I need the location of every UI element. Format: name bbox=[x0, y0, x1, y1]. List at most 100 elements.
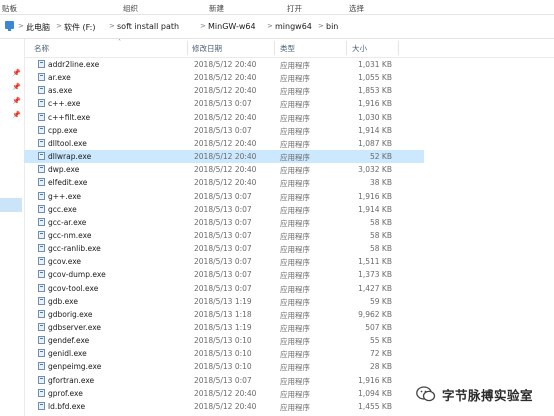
file-name: dwp.exe bbox=[48, 165, 80, 175]
file-name: gprof.exe bbox=[48, 388, 83, 398]
file-name: c++filt.exe bbox=[48, 112, 91, 122]
file-modified-date: 2018/5/12 20:40 bbox=[194, 138, 257, 148]
breadcrumb-bin[interactable]: bin bbox=[326, 22, 338, 31]
file-modified-date: 2018/5/13 0:07 bbox=[194, 270, 252, 280]
file-row[interactable]: gcc-ranlib.exe 2018/5/13 0:07 应用程序 58 KB bbox=[24, 242, 424, 255]
file-row[interactable]: gcov-dump.exe 2018/5/13 0:07 应用程序 1,373 KB bbox=[24, 268, 424, 281]
exe-file-icon bbox=[38, 349, 45, 358]
address-bar[interactable]: > 此电脑 > 软件 (F:) > soft install path > Mi… bbox=[0, 16, 554, 39]
file-name: ar.exe bbox=[48, 73, 71, 83]
exe-file-icon bbox=[38, 296, 45, 305]
nav-selected-item[interactable] bbox=[0, 198, 22, 212]
file-name: gdbserver.exe bbox=[48, 323, 102, 332]
column-header-size[interactable]: 大小 bbox=[352, 43, 367, 54]
ribbon-new[interactable]: 新建 bbox=[209, 3, 224, 14]
file-type: 应用程序 bbox=[280, 402, 310, 412]
exe-file-icon bbox=[38, 112, 45, 121]
file-name: as.exe bbox=[48, 86, 73, 96]
file-size: 1,055 KB bbox=[358, 73, 392, 83]
exe-file-icon bbox=[38, 178, 45, 187]
file-modified-date: 2018/5/12 20:40 bbox=[194, 152, 257, 162]
file-name: gcov-dump.exe bbox=[48, 270, 106, 280]
breadcrumb-this-pc[interactable]: 此电脑 bbox=[26, 22, 50, 33]
file-row[interactable]: ar.exe 2018/5/12 20:40 应用程序 1,055 KB bbox=[24, 71, 424, 84]
exe-file-icon bbox=[38, 375, 45, 384]
file-row[interactable]: addr2line.exe 2018/5/12 20:40 应用程序 1,031 KB bbox=[24, 58, 424, 71]
column-header-row: ˄ 名称 修改日期 类型 大小 bbox=[24, 39, 554, 58]
file-modified-date: 2018/5/13 1:18 bbox=[194, 309, 252, 319]
file-row[interactable]: c++.exe 2018/5/13 0:07 应用程序 1,916 KB bbox=[24, 97, 424, 110]
file-size: 1,373 KB bbox=[358, 270, 392, 280]
exe-file-icon bbox=[38, 125, 45, 134]
file-row[interactable]: gprof.exe 2018/5/12 20:40 应用程序 1,094 KB bbox=[24, 387, 424, 400]
file-row[interactable]: dwp.exe 2018/5/12 20:40 应用程序 3,032 KB bbox=[24, 163, 424, 176]
pin-icon: 📌 bbox=[12, 69, 21, 77]
file-row[interactable]: ld.bfd.exe 2018/5/12 20:40 应用程序 1,455 KB bbox=[24, 400, 424, 413]
file-modified-date: 2018/5/12 20:40 bbox=[194, 165, 257, 175]
column-divider[interactable] bbox=[346, 41, 347, 55]
file-size: 52 KB bbox=[370, 152, 392, 162]
column-header-modified[interactable]: 修改日期 bbox=[192, 43, 222, 54]
column-divider[interactable] bbox=[398, 41, 399, 55]
file-size: 1,916 KB bbox=[358, 99, 392, 109]
exe-file-icon bbox=[38, 388, 45, 397]
file-modified-date: 2018/5/13 0:07 bbox=[194, 125, 252, 135]
file-type: 应用程序 bbox=[280, 218, 310, 228]
file-row[interactable]: elfedit.exe 2018/5/12 20:40 应用程序 38 KB bbox=[24, 176, 424, 189]
column-divider[interactable] bbox=[187, 41, 188, 55]
file-name: dllwrap.exe bbox=[48, 152, 92, 162]
file-name: g++.exe bbox=[48, 191, 82, 201]
file-row[interactable]: gcc-ar.exe 2018/5/13 0:07 应用程序 58 KB bbox=[24, 216, 424, 229]
file-row[interactable]: gcc.exe 2018/5/13 0:07 应用程序 1,914 KB bbox=[24, 203, 424, 216]
file-row[interactable]: gcov-tool.exe 2018/5/13 0:07 应用程序 1,427 KB bbox=[24, 282, 424, 295]
file-modified-date: 2018/5/13 0:07 bbox=[194, 244, 252, 254]
file-row[interactable]: genpeimg.exe 2018/5/13 0:10 应用程序 28 KB bbox=[24, 360, 424, 373]
file-size: 1,916 KB bbox=[358, 375, 392, 385]
file-row[interactable]: c++filt.exe 2018/5/12 20:40 应用程序 1,030 KB bbox=[24, 111, 424, 124]
file-row[interactable]: as.exe 2018/5/12 20:40 应用程序 1,853 KB bbox=[24, 84, 424, 97]
column-divider[interactable] bbox=[274, 41, 275, 55]
file-name: gendef.exe bbox=[48, 336, 90, 346]
file-row[interactable]: gendef.exe 2018/5/13 0:10 应用程序 55 KB bbox=[24, 334, 424, 347]
file-row[interactable]: gdbserver.exe 2018/5/13 1:19 应用程序 507 KB bbox=[24, 321, 424, 334]
breadcrumb-drive-f[interactable]: 软件 (F:) bbox=[64, 22, 95, 33]
file-size: 1,914 KB bbox=[358, 204, 392, 214]
breadcrumb-mingw-w64[interactable]: MinGW-w64 bbox=[208, 22, 256, 31]
file-modified-date: 2018/5/13 0:07 bbox=[194, 217, 252, 227]
ribbon-clipboard[interactable]: 贴板 bbox=[2, 3, 17, 14]
exe-file-icon bbox=[38, 230, 45, 239]
column-header-type[interactable]: 类型 bbox=[280, 43, 295, 54]
file-modified-date: 2018/5/13 0:07 bbox=[194, 283, 252, 293]
breadcrumb-mingw64[interactable]: mingw64 bbox=[275, 22, 312, 31]
file-row[interactable]: gdborig.exe 2018/5/13 1:18 应用程序 9,962 KB bbox=[24, 308, 424, 321]
file-row[interactable]: dlltool.exe 2018/5/12 20:40 应用程序 1,087 KB bbox=[24, 137, 424, 150]
breadcrumb-soft-install-path[interactable]: soft install path bbox=[117, 22, 179, 31]
file-size: 1,427 KB bbox=[358, 283, 392, 293]
file-type: 应用程序 bbox=[280, 205, 310, 215]
file-size: 72 KB bbox=[370, 349, 392, 359]
file-row[interactable]: gfortran.exe 2018/5/13 0:07 应用程序 1,916 KB bbox=[24, 374, 424, 387]
file-row[interactable]: gcc-nm.exe 2018/5/13 0:07 应用程序 58 KB bbox=[24, 229, 424, 242]
ribbon-open[interactable]: 打开 bbox=[287, 3, 302, 14]
file-name: gdborig.exe bbox=[48, 309, 93, 319]
exe-file-icon bbox=[38, 323, 45, 331]
file-modified-date: 2018/5/13 0:10 bbox=[194, 349, 252, 359]
ribbon-select[interactable]: 选择 bbox=[349, 3, 364, 14]
column-header-name[interactable]: 名称 bbox=[34, 43, 49, 54]
file-type: 应用程序 bbox=[280, 245, 310, 255]
file-type: 应用程序 bbox=[280, 231, 310, 241]
file-row[interactable]: gcov.exe 2018/5/13 0:07 应用程序 1,511 KB bbox=[24, 255, 424, 268]
pin-icon: 📌 bbox=[12, 111, 21, 119]
file-row[interactable]: dllwrap.exe 2018/5/12 20:40 应用程序 52 KB bbox=[24, 150, 424, 164]
file-modified-date: 2018/5/13 0:07 bbox=[194, 257, 252, 267]
file-name: dlltool.exe bbox=[48, 138, 87, 148]
navigation-pane[interactable]: 📌 📌 📌 📌 bbox=[0, 39, 25, 416]
file-type: 应用程序 bbox=[280, 100, 310, 110]
file-type: 应用程序 bbox=[280, 153, 310, 163]
file-name: gcc.exe bbox=[48, 204, 77, 214]
file-row[interactable]: g++.exe 2018/5/13 0:07 应用程序 1,916 KB bbox=[24, 190, 424, 203]
file-row[interactable]: genidl.exe 2018/5/13 0:10 应用程序 72 KB bbox=[24, 347, 424, 360]
file-row[interactable]: gdb.exe 2018/5/13 1:19 应用程序 59 KB bbox=[24, 295, 424, 308]
ribbon-organize[interactable]: 组织 bbox=[123, 3, 138, 14]
file-row[interactable]: cpp.exe 2018/5/13 0:07 应用程序 1,914 KB bbox=[24, 124, 424, 137]
